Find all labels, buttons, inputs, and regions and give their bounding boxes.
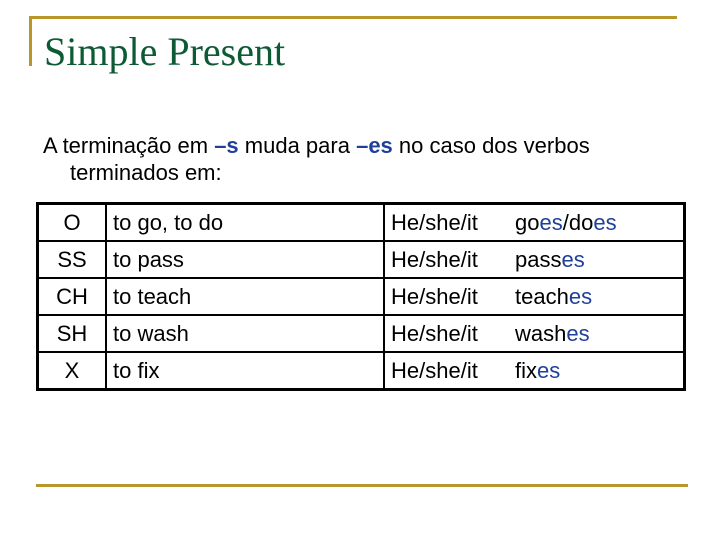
es-suffix: es	[539, 210, 563, 235]
title-frame-left-rule	[29, 16, 32, 66]
subject-cell: He/she/it	[384, 351, 515, 391]
subject-cell: He/she/it	[384, 240, 515, 279]
es-suffix: es	[566, 321, 590, 346]
base-verb-cell: to pass	[106, 240, 385, 279]
base-verb-cell: to fix	[106, 351, 385, 391]
slide-title: Simple Present	[44, 29, 286, 74]
table-row: SS to pass He/she/it passes	[37, 240, 685, 279]
table-row: Oto go, to do He/she/it goes/does	[37, 202, 685, 242]
conjugated-form-cell: passes	[515, 240, 685, 279]
base-verb-cell: to go, to do	[106, 202, 385, 242]
ending-cell: X	[37, 351, 107, 391]
es-suffix: es	[561, 247, 585, 272]
verb-stem: pass	[515, 247, 562, 272]
verb-stem: teach	[515, 284, 569, 309]
ending-cell: CH	[37, 277, 107, 316]
conjugated-form-cell: goes/does	[515, 202, 685, 242]
ending-cell: SH	[37, 314, 107, 353]
base-verb-cell: to wash	[106, 314, 385, 353]
conjugated-form-cell: washes	[515, 314, 685, 353]
table-row: SH to wash He/she/it washes	[37, 314, 685, 353]
footer-rule	[36, 484, 688, 487]
subject-cell: He/she/it	[384, 314, 515, 353]
intro-highlight-es: –es	[356, 133, 393, 158]
verb-stem: go	[515, 210, 540, 235]
es-suffix: es	[593, 210, 617, 235]
verb-stem: wash	[515, 321, 567, 346]
es-suffix: es	[537, 358, 561, 383]
verb-endings-table: Oto go, to do He/she/it goes/does SS to pass…	[36, 202, 686, 391]
base-verb-cell: to teach	[106, 277, 385, 316]
intro-text-2: muda para	[238, 133, 357, 158]
verb-stem: /do	[562, 210, 594, 235]
ending-cell: O	[37, 202, 107, 242]
es-suffix: es	[568, 284, 593, 309]
table-row: CH to teach He/she/it teaches	[37, 277, 685, 316]
conjugated-form-cell: teaches	[515, 277, 685, 316]
subject-cell: He/she/it	[384, 202, 515, 242]
verb-stem: fix	[515, 358, 537, 383]
table-row: Xto fix He/she/it fixes	[37, 351, 685, 391]
intro-paragraph: A terminação em –s muda para –es no caso…	[43, 132, 690, 186]
intro-text-1: A terminação em	[43, 133, 215, 158]
conjugated-form-cell: fixes	[515, 351, 685, 391]
intro-highlight-s: –s	[214, 133, 239, 158]
title-frame-top-rule	[29, 16, 677, 19]
ending-cell: SS	[37, 240, 107, 279]
subject-cell: He/she/it	[384, 277, 515, 316]
